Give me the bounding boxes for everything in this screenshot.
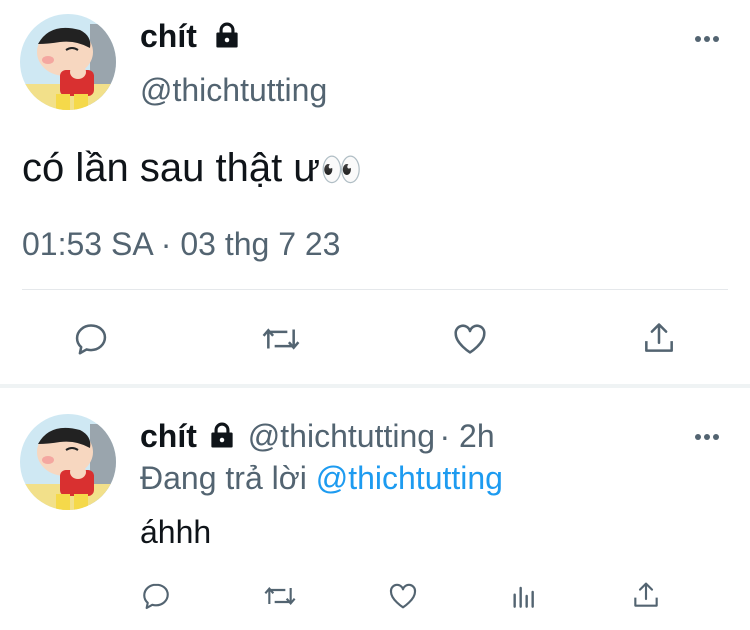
avatar[interactable] bbox=[20, 414, 116, 510]
lock-icon bbox=[216, 22, 238, 48]
avatar[interactable] bbox=[20, 14, 116, 110]
tweet-timestamp[interactable]: 01:53 SA · 03 thg 7 23 bbox=[22, 226, 340, 263]
reply-icon[interactable] bbox=[140, 580, 172, 612]
like-icon[interactable] bbox=[386, 580, 420, 612]
analytics-icon[interactable] bbox=[508, 580, 540, 612]
retweet-icon[interactable] bbox=[262, 580, 298, 612]
cartoon-avatar-icon bbox=[20, 414, 116, 510]
tweet-separator bbox=[0, 384, 750, 388]
reply-time: · 2h bbox=[439, 418, 495, 454]
tweet-text: có lần sau thật ư👀 bbox=[22, 146, 363, 190]
tweet-text: áhhh bbox=[140, 514, 212, 550]
divider bbox=[22, 289, 728, 290]
more-options-icon[interactable] bbox=[694, 432, 720, 442]
share-icon[interactable] bbox=[640, 318, 678, 358]
reply-icon[interactable] bbox=[72, 320, 110, 358]
retweet-icon[interactable] bbox=[260, 320, 302, 358]
author-handle[interactable]: @thichtutting bbox=[248, 418, 435, 454]
eyes-emoji: 👀 bbox=[320, 151, 363, 189]
cartoon-avatar-icon bbox=[20, 14, 116, 110]
replying-to: Đang trả lời @thichtutting bbox=[140, 460, 503, 496]
author-name[interactable]: chít bbox=[140, 418, 197, 454]
reply-header: chít @thichtutting · 2h bbox=[140, 418, 495, 455]
author-handle[interactable]: @thichtutting bbox=[140, 72, 327, 109]
more-options-icon[interactable] bbox=[694, 34, 720, 44]
author-name[interactable]: chít bbox=[140, 18, 242, 55]
replying-to-link[interactable]: @thichtutting bbox=[316, 460, 503, 496]
lock-icon bbox=[211, 422, 233, 448]
share-icon[interactable] bbox=[630, 578, 662, 612]
like-icon[interactable] bbox=[450, 320, 490, 358]
